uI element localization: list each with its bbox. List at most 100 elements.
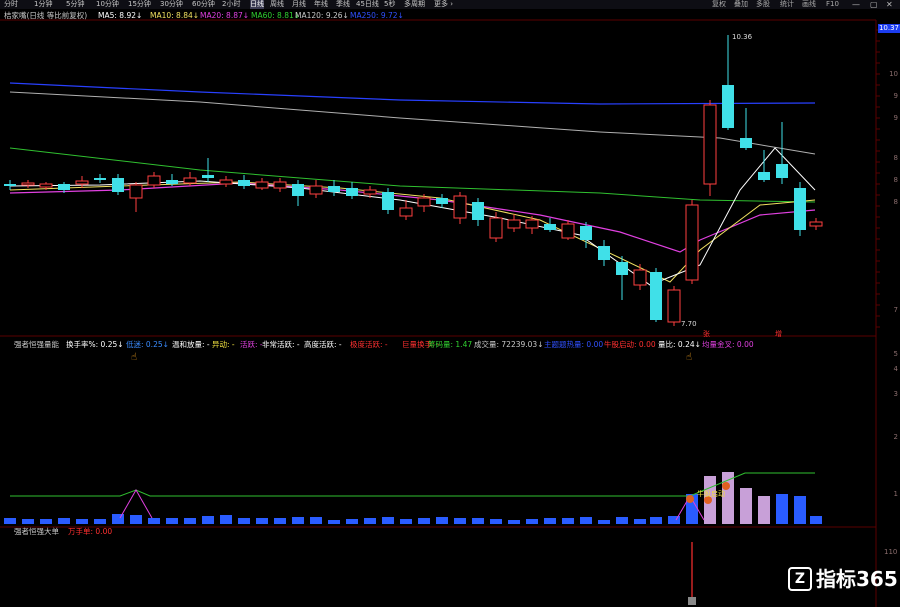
volume-bar <box>274 518 286 524</box>
ma-label-2: MA20: 8.87↓ <box>200 11 250 20</box>
volume-bar <box>490 519 502 524</box>
price-chart[interactable] <box>0 0 900 607</box>
indicator-label-1: 低迷: 0.25↓ <box>126 340 169 349</box>
close-button[interactable]: ✕ <box>886 0 893 9</box>
volume-bar <box>256 518 268 524</box>
candle-down <box>58 184 70 190</box>
indicator-label-6: 高度活跃: - <box>304 340 342 349</box>
candle-down <box>112 178 124 192</box>
volume-bar <box>472 518 484 524</box>
stock-title: 桔家嘴(日线 等比前复权) <box>4 11 88 20</box>
candle-up <box>685 204 699 281</box>
volume-bar <box>634 519 646 524</box>
indicator-label-4: 活跃: - <box>240 340 263 349</box>
price-tick: 8 <box>893 198 898 206</box>
volume-bar <box>436 517 448 524</box>
candle-up <box>809 221 823 227</box>
candle-up <box>129 184 143 199</box>
candle-down <box>616 262 628 275</box>
candle-up <box>75 180 89 185</box>
ma-label-0: MA5: 8.92↓ <box>98 11 143 20</box>
indicator-label-14: 均量金叉: 0.00 <box>702 340 754 349</box>
signal-dot <box>686 495 694 503</box>
indicator-tick: 2 <box>893 433 898 441</box>
chip-line <box>10 472 815 497</box>
volume-bar <box>202 516 214 524</box>
logo-icon: Z <box>788 566 812 591</box>
candle-up <box>417 197 431 207</box>
candle-down <box>722 85 734 128</box>
candle-down <box>346 188 358 196</box>
indicator-label-5: 非常活跃: - <box>262 340 300 349</box>
low-price-label: 7.70 <box>681 320 697 328</box>
volume-bar <box>94 519 106 524</box>
indicator-label-11: 主题题热量: 0.00 <box>544 340 604 349</box>
volume-bar <box>544 518 556 524</box>
ma-label-3: MA60: 8.81↓ <box>251 11 301 20</box>
candle-down <box>740 138 752 148</box>
volume-bar <box>526 519 538 524</box>
hand-icon: ☝ <box>686 352 693 363</box>
price-tick: 8 <box>893 154 898 162</box>
price-tick: 9 <box>893 92 898 100</box>
big-order-value: 万手单: 0.00 <box>68 527 113 536</box>
indicator-label-12: 牛股启动: 0.00 <box>604 340 656 349</box>
zeng-marker: 增 <box>775 330 782 338</box>
candle-up <box>183 177 197 184</box>
volume-bar <box>166 518 178 524</box>
candle-up <box>633 269 647 286</box>
candle-down <box>4 184 16 186</box>
big-order-marker <box>688 597 696 605</box>
hand-icon: ☝ <box>131 352 138 363</box>
volume-bar <box>598 520 610 524</box>
volume-bar <box>76 519 88 524</box>
volume-bar <box>616 517 628 524</box>
candle-down <box>166 180 178 184</box>
volume-bar <box>238 518 250 524</box>
volume-bar <box>328 520 340 524</box>
volume-bar <box>508 520 520 524</box>
candle-up <box>363 189 377 195</box>
volume-bar <box>400 519 412 524</box>
price-tick: 8 <box>893 176 898 184</box>
indicator-title: 强者恒强量能 <box>14 340 59 349</box>
bottom-title: 强者恒强大单 <box>14 527 59 536</box>
candle-up <box>309 185 323 195</box>
minimize-button[interactable]: — <box>852 0 860 9</box>
volume-bar <box>776 494 788 524</box>
volume-bar <box>580 517 592 524</box>
candle-down <box>758 172 770 180</box>
candle-down <box>94 178 106 180</box>
current-price-badge: 10.37 <box>878 24 900 33</box>
maximize-button[interactable]: ▢ <box>870 0 878 9</box>
ma120-line <box>9 91 816 155</box>
zhang-marker: 张 <box>703 330 710 338</box>
volume-bar <box>758 496 770 524</box>
price-tick: 10 <box>889 70 898 78</box>
candle-up <box>561 223 575 239</box>
volume-bar <box>58 518 70 524</box>
candle-down <box>598 246 610 260</box>
indicator-label-9: 筹码量: 1.47 <box>428 340 473 349</box>
volume-bar <box>794 496 806 524</box>
bull-start-annotation: 牛股启动 <box>697 490 725 498</box>
volume-bar <box>148 518 160 524</box>
candle-up <box>489 217 503 239</box>
candle-up <box>21 182 35 186</box>
logo-text: 指标365 <box>816 567 898 591</box>
ma250-line <box>9 82 816 105</box>
volume-bar <box>220 515 232 524</box>
candle-down <box>544 224 556 230</box>
indicator-label-7: 极度活跃: - <box>350 340 388 349</box>
candle-down <box>776 164 788 178</box>
candle-up <box>273 181 287 189</box>
indicator-label-10: 成交量: 72239.03↓ <box>474 340 544 349</box>
brand-logo: Z 指标365 <box>788 566 898 592</box>
candle-down <box>238 180 250 186</box>
candle-up <box>507 219 521 229</box>
indicator-axis: 5 4 3 2 1 <box>876 340 900 530</box>
candle-up <box>219 179 233 185</box>
indicator-label-2: 温和放量: - <box>172 340 210 349</box>
ma-label-5: MA250: 9.72↓ <box>350 11 404 20</box>
volume-bar <box>454 518 466 524</box>
